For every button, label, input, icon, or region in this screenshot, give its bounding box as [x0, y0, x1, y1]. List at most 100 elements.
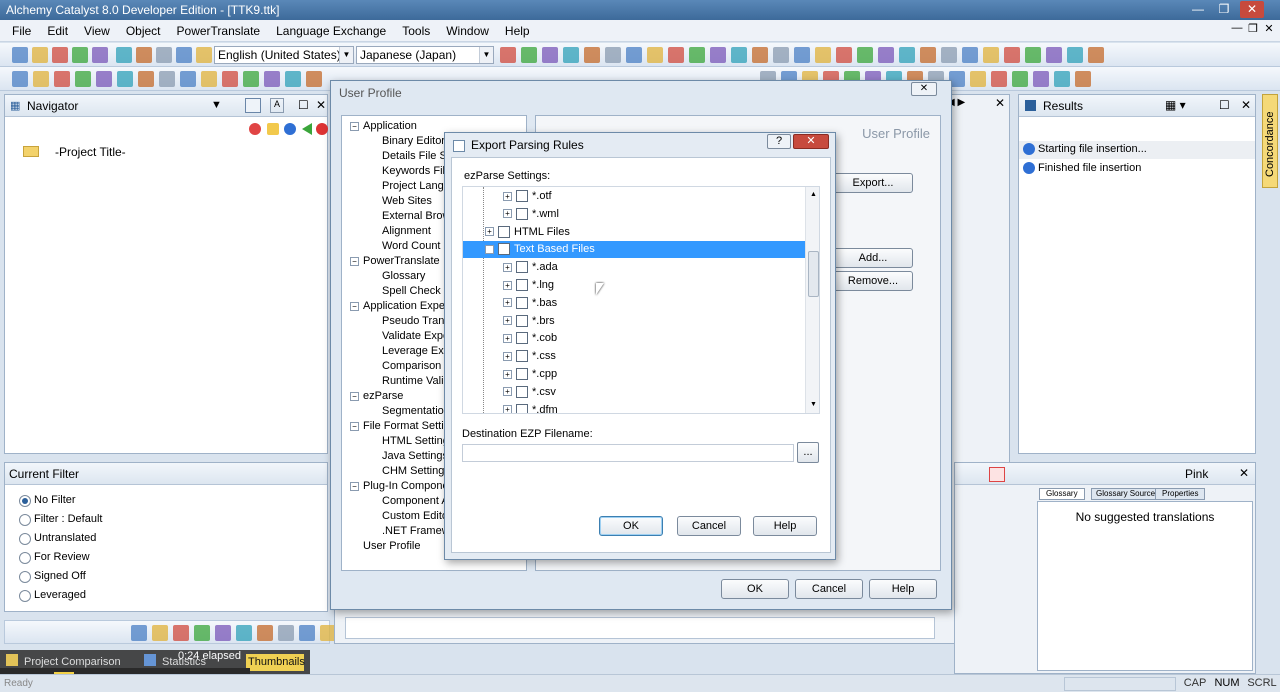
toolbar-tool-icon[interactable]	[136, 47, 152, 63]
item-checkbox[interactable]	[516, 261, 528, 274]
expand-icon[interactable]: +	[503, 191, 512, 201]
filter-tool-icon[interactable]	[152, 625, 168, 641]
toolbar-tool-icon[interactable]	[710, 47, 726, 63]
toolbar-tool-icon[interactable]	[500, 47, 516, 63]
toolbar-tool-icon[interactable]	[941, 47, 957, 63]
collapse-icon[interactable]: −	[350, 121, 359, 131]
filter-tool-icon[interactable]	[194, 625, 210, 641]
collapse-icon[interactable]: −	[350, 256, 359, 266]
add-button[interactable]: Add...	[833, 248, 913, 268]
toolbar-tool-icon[interactable]	[1033, 71, 1049, 87]
toolbar-tool-icon[interactable]	[116, 47, 132, 63]
profile-tree-item[interactable]: − ezParse	[350, 390, 403, 402]
menu-item-object[interactable]: Object	[118, 20, 169, 42]
filter-radio-3[interactable]	[19, 552, 31, 564]
toolbar-tool-icon[interactable]	[836, 47, 852, 63]
expand-icon[interactable]: +	[485, 227, 494, 237]
toolbar-tool-icon[interactable]	[983, 47, 999, 63]
item-checkbox[interactable]	[516, 332, 528, 345]
expand-icon[interactable]: +	[503, 280, 512, 290]
toolbar-tool-icon[interactable]	[542, 47, 558, 63]
profile-tree-item[interactable]: Runtime Valid	[382, 375, 450, 387]
collapse-icon[interactable]: −	[350, 301, 359, 311]
ezparse-tree-item[interactable]: + *.otf	[463, 188, 805, 205]
item-checkbox[interactable]	[516, 385, 528, 398]
source-language-select[interactable]: English (United States) ▼	[214, 46, 354, 64]
toolbar-tool-icon[interactable]	[1046, 47, 1062, 63]
toolbar-tool-icon[interactable]	[243, 71, 259, 87]
toolbar-tool-icon[interactable]	[75, 71, 91, 87]
menu-item-tools[interactable]: Tools	[394, 20, 438, 42]
ezparse-tree-item[interactable]: + *.cpp	[463, 366, 805, 383]
profile-tree-item[interactable]: Custom Editor	[382, 510, 452, 522]
ezparse-tree-item[interactable]: + *.brs	[463, 313, 805, 330]
filter-tool-icon[interactable]	[278, 625, 294, 641]
profile-tree-item[interactable]: − Plug-In Componer	[350, 480, 452, 492]
profile-tree-item[interactable]: Details File Se	[382, 150, 453, 162]
toolbar-tool-icon[interactable]	[52, 47, 68, 63]
filter-tool-icon[interactable]	[299, 625, 315, 641]
toolbar-tool-icon[interactable]	[1054, 71, 1070, 87]
toolbar-tool-icon[interactable]	[264, 71, 280, 87]
profile-tree-item[interactable]: Pseudo Transl	[382, 315, 452, 327]
collapse-icon[interactable]: −	[350, 421, 359, 431]
menu-item-powertranslate[interactable]: PowerTranslate	[169, 20, 269, 42]
filter-radio-2[interactable]	[19, 533, 31, 545]
item-checkbox[interactable]	[516, 314, 528, 327]
ezparse-tree-item[interactable]: + *.wml	[463, 206, 805, 223]
close-icon[interactable]: ✕	[1240, 1, 1264, 18]
expand-icon[interactable]: +	[503, 209, 512, 219]
ezparse-tree-item[interactable]: + *.cob	[463, 330, 805, 347]
filter-radio-4[interactable]	[19, 571, 31, 583]
profile-tree-item[interactable]: Comparison E	[382, 360, 452, 372]
ezparse-tree-item[interactable]: + *.csv	[463, 384, 805, 401]
toolbar-tool-icon[interactable]	[920, 47, 936, 63]
user-profile-help-button[interactable]: Help	[869, 579, 937, 599]
toolbar-tool-icon[interactable]	[72, 47, 88, 63]
toolbar-tool-icon[interactable]	[899, 47, 915, 63]
toolbar-tool-icon[interactable]	[12, 71, 28, 87]
toolbar-tool-icon[interactable]	[96, 71, 112, 87]
toolbar-tool-icon[interactable]	[752, 47, 768, 63]
toolbar-tool-icon[interactable]	[1012, 71, 1028, 87]
toolbar-tool-icon[interactable]	[991, 71, 1007, 87]
toolbar-tool-icon[interactable]	[878, 47, 894, 63]
export-dialog-close-icon[interactable]: ✕	[793, 134, 829, 149]
navigator-close-icon[interactable]: ✕	[316, 98, 326, 112]
profile-tree-item[interactable]: .NET Framew	[382, 525, 450, 537]
toolbar-tool-icon[interactable]	[647, 47, 663, 63]
user-profile-close-icon[interactable]: ✕	[911, 82, 937, 96]
item-checkbox[interactable]	[516, 207, 528, 220]
toolbar-tool-icon[interactable]	[176, 47, 192, 63]
filter-tool-icon[interactable]	[131, 625, 147, 641]
filter-tool-icon[interactable]	[257, 625, 273, 641]
expand-icon[interactable]: +	[503, 316, 512, 326]
ezparse-tree-item[interactable]: + *.lng	[463, 277, 805, 294]
expand-icon[interactable]: +	[503, 333, 512, 343]
cancel-icon[interactable]	[316, 123, 328, 135]
tab-properties[interactable]: Properties	[1155, 488, 1206, 500]
menu-item-language-exchange[interactable]: Language Exchange	[268, 20, 394, 42]
export-button[interactable]: Export...	[833, 173, 913, 193]
item-checkbox[interactable]	[516, 279, 528, 292]
item-checkbox[interactable]	[498, 243, 510, 256]
destination-filename-input[interactable]	[462, 444, 794, 462]
expand-icon[interactable]: +	[503, 405, 512, 413]
expand-icon[interactable]: +	[503, 262, 512, 272]
folder-icon[interactable]	[267, 123, 279, 135]
profile-tree-item[interactable]: − Application Exper	[350, 300, 449, 312]
expand-icon[interactable]: +	[503, 369, 512, 379]
info-icon[interactable]	[284, 123, 296, 135]
stop-icon[interactable]	[249, 123, 261, 135]
item-checkbox[interactable]	[516, 296, 528, 309]
profile-tree-item[interactable]: − PowerTranslate	[350, 255, 440, 267]
tab-glossary[interactable]: Glossary	[1039, 488, 1085, 500]
tab-project-comparison[interactable]: Project Comparison	[24, 656, 121, 668]
collapse-icon[interactable]: −	[485, 244, 494, 254]
profile-tree-item[interactable]: Spell Check	[382, 285, 441, 297]
expand-icon[interactable]: +	[503, 351, 512, 361]
menu-item-file[interactable]: File	[4, 20, 39, 42]
help-icon[interactable]: ?	[767, 134, 791, 149]
ezparse-tree-item[interactable]: + *.dfm	[463, 402, 805, 413]
profile-tree-item[interactable]: User Profile	[363, 540, 420, 552]
